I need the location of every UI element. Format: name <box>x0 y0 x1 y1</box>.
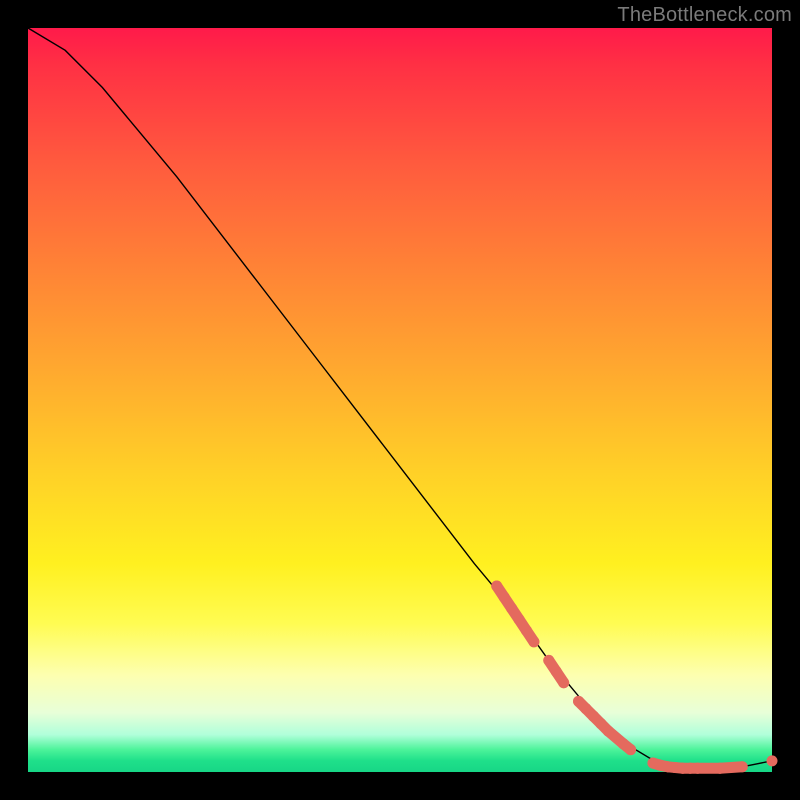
marker-dot <box>543 655 554 666</box>
highlighted-markers-group <box>491 581 777 774</box>
marker-dot <box>692 763 703 774</box>
chart-overlay <box>28 28 772 772</box>
marker-dot <box>499 592 510 603</box>
marker-dot <box>551 666 562 677</box>
marker-dot <box>521 625 532 636</box>
marker-dot <box>506 603 517 614</box>
marker-dot <box>625 744 636 755</box>
marker-dot <box>491 581 502 592</box>
marker-dot <box>558 677 569 688</box>
bottleneck-curve-line <box>28 28 772 768</box>
watermark-text: TheBottleneck.com <box>617 4 792 27</box>
marker-dot <box>514 614 525 625</box>
marker-dot <box>767 755 778 766</box>
marker-dot <box>603 726 614 737</box>
marker-dot <box>714 763 725 774</box>
marker-dot <box>528 636 539 647</box>
marker-dot <box>737 761 748 772</box>
